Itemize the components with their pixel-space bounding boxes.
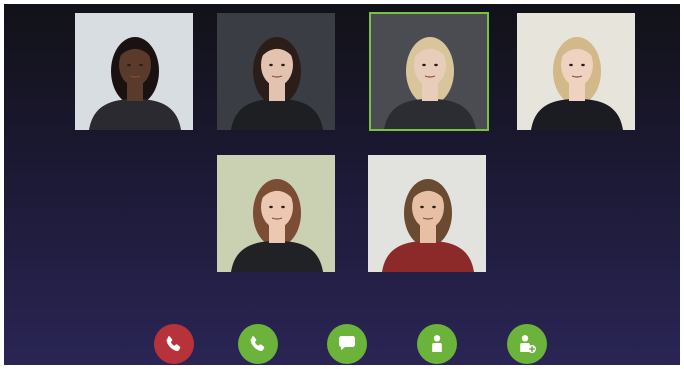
- phone-hangup-icon: [166, 336, 181, 352]
- participant-tile-1[interactable]: [75, 13, 193, 130]
- eye: [569, 63, 573, 67]
- participant-video-5: [217, 155, 335, 272]
- eye: [281, 63, 285, 67]
- participant-video-3: [370, 13, 488, 130]
- add-user-icon: [520, 335, 536, 353]
- eye: [269, 205, 273, 209]
- eye: [269, 63, 273, 67]
- eye: [139, 63, 143, 67]
- call-button[interactable]: [238, 324, 278, 364]
- add-participant-button[interactable]: [507, 324, 547, 364]
- eye: [127, 63, 131, 67]
- participant-video-6: [368, 155, 486, 272]
- participant-button[interactable]: [417, 324, 457, 364]
- participant-tile-2[interactable]: [217, 13, 335, 130]
- end-call-button[interactable]: [154, 324, 194, 364]
- video-call-screen: [4, 4, 680, 365]
- eye: [422, 63, 426, 67]
- chat-bubble-icon: [339, 336, 355, 351]
- chat-button[interactable]: [327, 324, 367, 364]
- participant-tile-6[interactable]: [368, 155, 486, 272]
- participant-tile-3[interactable]: [369, 12, 489, 131]
- participant-video-4: [517, 13, 635, 130]
- eye: [420, 205, 424, 209]
- eye: [432, 205, 436, 209]
- eye: [434, 63, 438, 67]
- call-controls: [4, 324, 680, 365]
- participant-tile-5[interactable]: [217, 155, 335, 272]
- user-icon: [432, 335, 442, 352]
- eye: [281, 205, 285, 209]
- participant-tile-4[interactable]: [517, 13, 635, 130]
- eye: [581, 63, 585, 67]
- participant-video-2: [217, 13, 335, 130]
- participant-video-1: [75, 13, 193, 130]
- phone-icon: [250, 336, 265, 352]
